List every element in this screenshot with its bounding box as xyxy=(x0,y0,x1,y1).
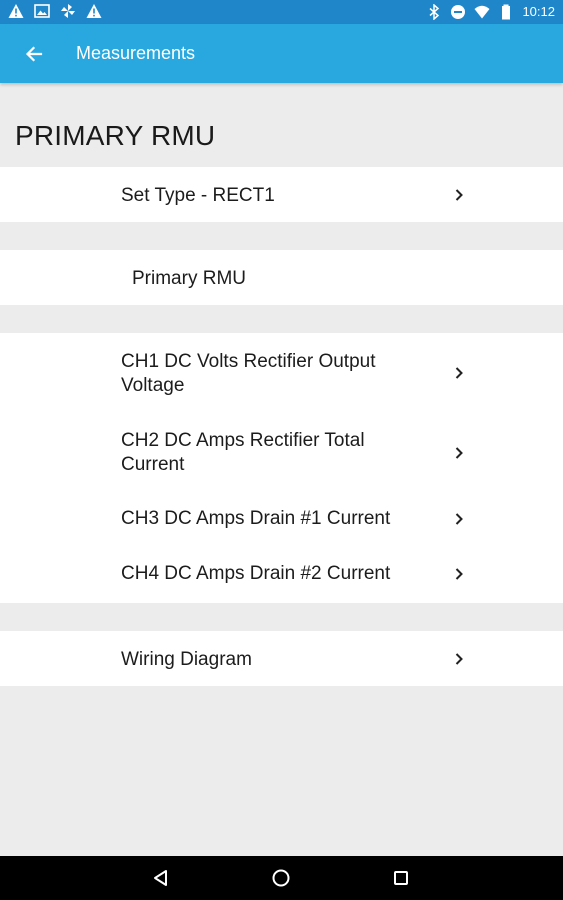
chevron-right-icon xyxy=(455,513,463,525)
nav-recents-button[interactable] xyxy=(391,868,411,888)
set-type-row[interactable]: Set Type - RECT1 xyxy=(0,167,563,222)
pinwheel-icon xyxy=(61,4,75,18)
chevron-right-icon xyxy=(455,447,463,459)
status-system: 10:12 xyxy=(426,3,555,21)
wifi-icon xyxy=(474,5,490,19)
page-title: PRIMARY RMU xyxy=(15,120,216,151)
battery-icon xyxy=(502,4,511,20)
status-notifications xyxy=(8,3,102,19)
channel-row-ch1[interactable]: CH1 DC Volts Rectifier Output Voltage xyxy=(0,333,563,411)
channel-row-ch3[interactable]: CH3 DC Amps Drain #1 Current xyxy=(0,491,563,547)
info-row: Primary RMU xyxy=(0,250,563,305)
channel-row-ch2[interactable]: CH2 DC Amps Rectifier Total Current xyxy=(0,411,563,491)
channel-label: CH1 DC Volts Rectifier Output Voltage xyxy=(121,351,376,396)
home-circle-icon xyxy=(272,869,290,887)
status-time: 10:12 xyxy=(522,4,555,19)
channel-label: CH3 DC Amps Drain #1 Current xyxy=(121,508,391,529)
wiring-card: Wiring Diagram xyxy=(0,631,563,686)
channel-row-ch4[interactable]: CH4 DC Amps Drain #2 Current xyxy=(0,547,563,603)
bluetooth-icon xyxy=(429,4,440,20)
warning-icon xyxy=(8,4,24,18)
do-not-disturb-icon xyxy=(451,5,466,19)
channel-label: CH4 DC Amps Drain #2 Current xyxy=(121,563,391,584)
status-bar: 10:12 xyxy=(0,0,563,24)
wiring-diagram-row[interactable]: Wiring Diagram xyxy=(0,631,563,686)
channel-label: CH2 DC Amps Rectifier Total Current xyxy=(121,430,365,475)
back-button[interactable] xyxy=(20,40,48,68)
arrow-left-icon xyxy=(25,46,43,62)
recents-square-icon xyxy=(394,871,408,885)
set-type-card: Set Type - RECT1 xyxy=(0,167,563,222)
set-type-label: Set Type - RECT1 xyxy=(121,185,275,206)
info-label: Primary RMU xyxy=(132,268,246,289)
app-bar-title: Measurements xyxy=(76,43,196,63)
chevron-right-icon xyxy=(455,568,463,580)
warning-icon xyxy=(86,4,102,18)
nav-back-button[interactable] xyxy=(151,868,171,888)
app-bar: Measurements xyxy=(0,24,563,83)
image-icon xyxy=(34,4,50,18)
channels-card: CH1 DC Volts Rectifier Output Voltage CH… xyxy=(0,333,563,603)
wiring-diagram-label: Wiring Diagram xyxy=(121,649,252,670)
chevron-right-icon xyxy=(455,367,463,379)
navigation-bar xyxy=(0,856,563,900)
nav-home-button[interactable] xyxy=(271,868,291,888)
info-card: Primary RMU xyxy=(0,250,563,305)
chevron-right-icon xyxy=(455,189,463,201)
back-triangle-icon xyxy=(154,870,167,886)
chevron-right-icon xyxy=(455,653,463,665)
